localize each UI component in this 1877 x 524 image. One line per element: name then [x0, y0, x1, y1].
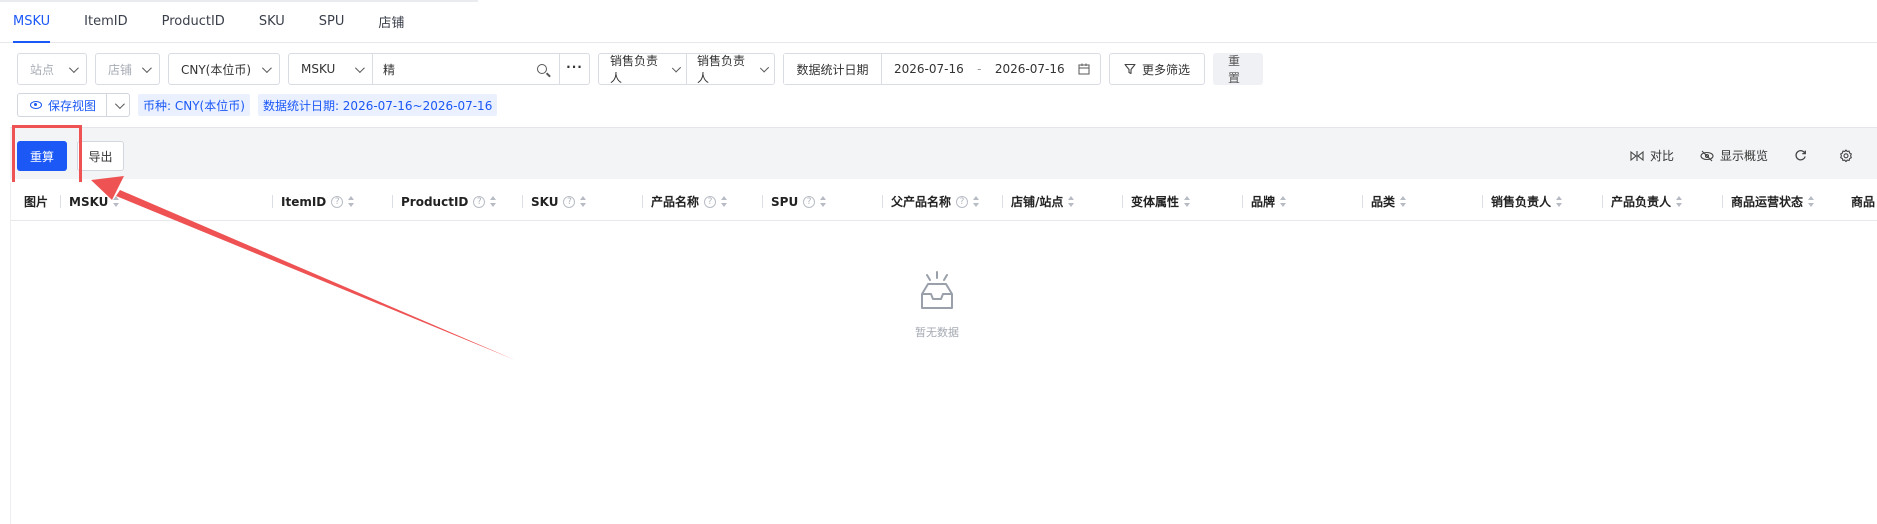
sales-owner-select[interactable]: 销售负责人: [687, 54, 774, 85]
sort-icon[interactable]: [113, 196, 120, 207]
col-shop-site[interactable]: 店铺/站点: [1002, 182, 1075, 221]
tab-spu[interactable]: SPU: [319, 0, 345, 42]
more-options-button[interactable]: ···: [559, 54, 589, 84]
date-range-picker[interactable]: 2026-07-16 - 2026-07-16: [882, 54, 1100, 84]
col-itemid[interactable]: ItemID?: [272, 182, 355, 221]
help-icon[interactable]: ?: [803, 195, 816, 208]
refresh-button[interactable]: [1794, 149, 1813, 162]
empty-state-text: 暂无数据: [915, 326, 959, 339]
chevron-down-icon: [114, 98, 125, 109]
data-table: 图片 MSKU ItemID? ProductID? SKU? 产品名称? SP…: [10, 182, 1877, 524]
col-image: 图片: [24, 195, 49, 209]
save-view-main[interactable]: 保存视图: [18, 94, 108, 116]
chevron-down-icon: [68, 62, 79, 73]
export-button[interactable]: 导出: [77, 141, 124, 171]
chevron-down-icon: [759, 62, 769, 73]
sort-icon[interactable]: [490, 196, 497, 207]
toolbar-band: [10, 127, 1877, 179]
sales-owner-type-select[interactable]: 销售负责人: [599, 54, 687, 85]
col-parent-product-name[interactable]: 父产品名称?: [882, 182, 980, 221]
sort-icon[interactable]: [1400, 196, 1407, 207]
help-icon[interactable]: ?: [331, 195, 344, 208]
search-input[interactable]: [373, 62, 533, 76]
tab-productid[interactable]: ProductID: [162, 0, 225, 42]
active-filter-tags: 保存视图 币种: CNY(本位币) 数据统计日期: 2026-07-16~202…: [17, 93, 505, 117]
tab-itemid[interactable]: ItemID: [84, 0, 127, 42]
sales-owner-group: 销售负责人 销售负责人: [598, 53, 775, 85]
date-label: 数据统计日期: [784, 54, 882, 84]
sort-icon[interactable]: [1808, 196, 1815, 207]
sort-icon[interactable]: [1068, 196, 1075, 207]
help-icon[interactable]: ?: [563, 195, 576, 208]
sort-icon[interactable]: [1556, 196, 1563, 207]
calendar-icon: [1078, 63, 1090, 75]
reset-button[interactable]: 重置: [1213, 53, 1263, 85]
currency-select[interactable]: CNY(本位币): [168, 53, 280, 85]
help-icon[interactable]: ?: [473, 195, 486, 208]
sort-icon[interactable]: [1280, 196, 1287, 207]
help-icon[interactable]: ?: [704, 195, 717, 208]
save-view-dropdown[interactable]: [107, 94, 129, 116]
filter-icon: [1124, 63, 1136, 75]
col-truncated[interactable]: 商品: [1851, 182, 1877, 221]
sort-icon[interactable]: [1676, 196, 1683, 207]
tag-date: 数据统计日期: 2026-07-16~2026-07-16: [257, 94, 498, 116]
tab-sku[interactable]: SKU: [259, 0, 285, 42]
col-sales-owner[interactable]: 销售负责人: [1482, 182, 1563, 221]
gear-icon: [1840, 148, 1852, 162]
col-sku[interactable]: SKU?: [522, 182, 587, 221]
search-icon[interactable]: [537, 64, 547, 74]
table-header: 图片 MSKU ItemID? ProductID? SKU? 产品名称? SP…: [11, 182, 1877, 221]
search-field: [373, 54, 559, 84]
tab-shop[interactable]: 店铺: [378, 0, 404, 42]
table-tools: 对比 显示概览: [1604, 147, 1859, 164]
tag-currency: 币种: CNY(本位币): [138, 94, 250, 116]
chevron-down-icon: [354, 62, 365, 73]
col-product-name[interactable]: 产品名称?: [642, 182, 728, 221]
site-select[interactable]: 站点: [17, 53, 87, 85]
shop-select[interactable]: 店铺: [95, 53, 160, 85]
view-tabs: MSKU ItemID ProductID SKU SPU 店铺: [0, 0, 1877, 43]
refresh-icon: [1795, 149, 1806, 161]
search-group: MSKU ···: [288, 53, 590, 85]
col-product-owner[interactable]: 产品负责人: [1602, 182, 1683, 221]
sort-icon[interactable]: [1184, 196, 1191, 207]
top-divider: [0, 0, 478, 2]
filter-bar: 站点 店铺 CNY(本位币) MSKU ··· 销售负责人 销售负责人: [17, 53, 1271, 85]
save-view-button[interactable]: 保存视图: [17, 93, 131, 117]
settings-button[interactable]: [1839, 148, 1859, 163]
col-variant-attr[interactable]: 变体属性: [1122, 182, 1191, 221]
col-msku[interactable]: MSKU: [60, 182, 120, 221]
chevron-down-icon: [671, 62, 681, 73]
tab-msku[interactable]: MSKU: [13, 0, 51, 43]
sort-icon[interactable]: [580, 196, 587, 207]
sort-icon[interactable]: [721, 196, 728, 207]
compare-icon: [1630, 150, 1644, 161]
chevron-down-icon: [261, 62, 272, 73]
date-range-group: 数据统计日期 2026-07-16 - 2026-07-16: [783, 53, 1101, 85]
more-filters-button[interactable]: 更多筛选: [1109, 53, 1205, 85]
ellipsis-icon: ···: [566, 59, 583, 74]
sort-icon[interactable]: [820, 196, 827, 207]
col-brand[interactable]: 品牌: [1242, 182, 1287, 221]
col-operation-status[interactable]: 商品运营状态: [1722, 182, 1815, 221]
chevron-down-icon: [141, 62, 152, 73]
help-icon[interactable]: ?: [956, 195, 969, 208]
eye-off-icon: [1700, 150, 1714, 161]
annotation-highlight-box: [12, 125, 82, 185]
search-type-select[interactable]: MSKU: [289, 54, 373, 84]
col-productid[interactable]: ProductID?: [392, 182, 497, 221]
col-spu[interactable]: SPU?: [762, 182, 827, 221]
empty-state: 暂无数据: [892, 270, 982, 340]
compare-button[interactable]: 对比: [1630, 147, 1674, 164]
sort-icon[interactable]: [348, 196, 355, 207]
show-overview-toggle[interactable]: 显示概览: [1700, 147, 1768, 164]
col-category[interactable]: 品类: [1362, 182, 1407, 221]
sort-icon[interactable]: [973, 196, 980, 207]
eye-icon: [30, 101, 42, 109]
empty-inbox-icon: [921, 271, 953, 309]
